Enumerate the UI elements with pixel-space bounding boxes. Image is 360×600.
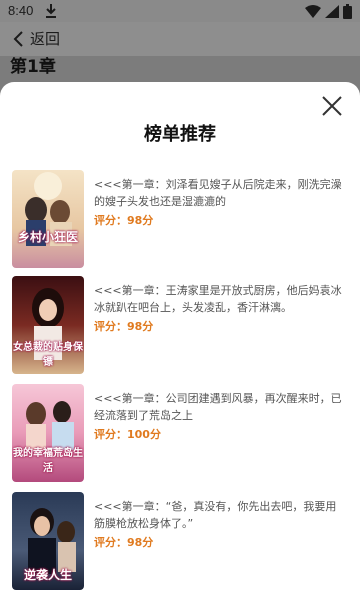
back-button[interactable]: 返回	[12, 28, 60, 49]
back-label: 返回	[30, 30, 61, 48]
status-time: 8:40	[8, 3, 34, 18]
chevron-left-icon	[13, 30, 23, 47]
cover-title: 女总裁的贴身保镖	[13, 342, 83, 368]
book-description: <<<第一章：刘泽看见嫂子从后院走来，刚洗完澡的嫂子头发也还是湿漉漉的	[94, 178, 342, 208]
book-cover[interactable]: 逆袭人生	[12, 492, 84, 590]
signal-icon	[325, 5, 339, 18]
ranking-sheet: 榜单推荐 乡村小狂医 <<<第一章：刘泽看见嫂子从后院走来，刚洗完澡的嫂子头发也…	[0, 82, 360, 600]
book-cover[interactable]: 我的幸福荒岛生活	[12, 384, 84, 482]
battery-icon	[343, 4, 352, 19]
book-cover[interactable]: 女总裁的贴身保镖	[12, 276, 84, 374]
status-bar: 8:40	[0, 0, 360, 22]
sheet-title: 榜单推荐	[144, 124, 216, 145]
book-item[interactable]: 女总裁的贴身保镖 <<<第一章：王涛家里是开放式厨房，他后妈袁冰冰就趴在吧台上，…	[12, 276, 352, 374]
download-icon	[46, 4, 56, 18]
cover-title: 逆袭人生	[23, 568, 72, 582]
book-score: 评分：98分	[94, 320, 154, 333]
close-icon[interactable]	[320, 94, 344, 118]
nav-bar: 返回	[0, 22, 360, 56]
book-description: <<<第一章：王涛家里是开放式厨房，他后妈袁冰冰就趴在吧台上，头发凌乱，香汗淋漓…	[94, 284, 342, 314]
book-cover[interactable]: 乡村小狂医	[12, 170, 84, 268]
status-icons	[305, 4, 352, 19]
wifi-icon	[305, 5, 321, 18]
book-description: <<<第一章：“爸，真没有，你先出去吧，我要用筋膜枪放松身体了。”	[94, 500, 337, 530]
book-item[interactable]: 逆袭人生 <<<第一章：“爸，真没有，你先出去吧，我要用筋膜枪放松身体了。” 评…	[12, 492, 352, 590]
book-score: 评分：100分	[94, 428, 161, 441]
chapter-title: 第1章	[10, 57, 56, 77]
cover-title: 我的幸福荒岛生活	[13, 448, 83, 474]
book-score: 评分：98分	[94, 214, 154, 227]
book-description: <<<第一章：公司团建遇到风暴，再次醒来时，已经流落到了荒岛之上	[94, 392, 342, 422]
book-item[interactable]: 乡村小狂医 <<<第一章：刘泽看见嫂子从后院走来，刚洗完澡的嫂子头发也还是湿漉漉…	[12, 170, 352, 268]
book-score: 评分：98分	[94, 536, 154, 549]
book-item[interactable]: 我的幸福荒岛生活 <<<第一章：公司团建遇到风暴，再次醒来时，已经流落到了荒岛之…	[12, 384, 352, 482]
cover-title: 乡村小狂医	[17, 230, 78, 244]
